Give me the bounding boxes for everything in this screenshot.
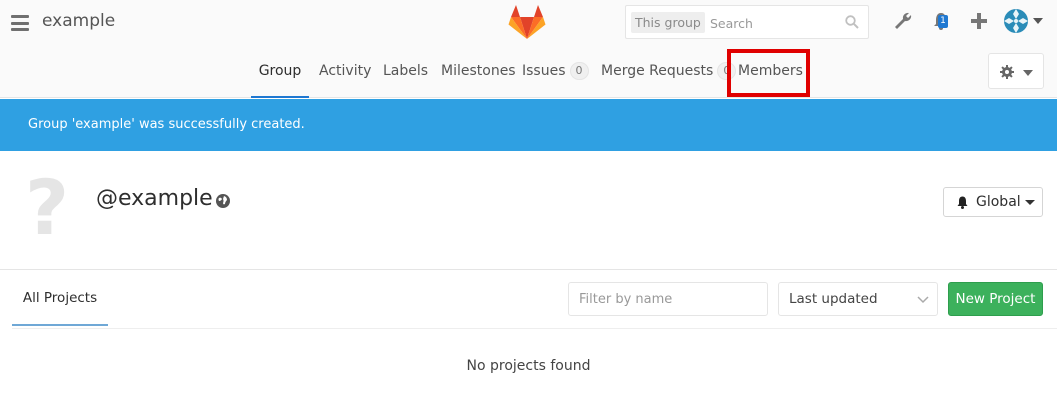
search-scope-badge: This group xyxy=(631,12,705,33)
group-settings-dropdown[interactable] xyxy=(988,53,1044,89)
gitlab-logo-icon[interactable] xyxy=(507,4,547,40)
notification-settings-button[interactable]: Global xyxy=(943,187,1043,217)
menu-icon[interactable] xyxy=(11,15,29,31)
todos-count-badge: 1 xyxy=(938,15,948,28)
tab-label: Members xyxy=(738,63,803,79)
tab-label: Merge Requests xyxy=(601,63,714,79)
group-title[interactable]: example xyxy=(42,11,115,31)
tab-group[interactable]: Group xyxy=(251,50,309,98)
tab-issues[interactable]: Issues 0 xyxy=(522,50,589,98)
search-box[interactable]: This group xyxy=(625,5,869,39)
tab-label: All Projects xyxy=(22,290,98,306)
admin-wrench-icon[interactable] xyxy=(892,10,914,32)
empty-state-message: No projects found xyxy=(466,358,591,374)
list-divider xyxy=(12,328,1057,329)
tab-labels[interactable]: Labels xyxy=(383,50,428,98)
tab-label: Activity xyxy=(319,63,372,79)
bell-icon xyxy=(957,196,968,209)
tab-merge-requests[interactable]: Merge Requests 0 xyxy=(601,50,737,98)
chevron-down-icon xyxy=(1033,18,1043,24)
gear-icon xyxy=(1000,65,1014,79)
plus-icon[interactable] xyxy=(968,10,990,32)
chevron-down-icon xyxy=(1023,70,1033,76)
tab-milestones[interactable]: Milestones xyxy=(441,50,516,98)
tab-members[interactable]: Members xyxy=(738,50,803,98)
group-name: @example xyxy=(96,186,213,211)
filter-by-name-input[interactable] xyxy=(568,282,768,316)
merge-requests-count-badge: 0 xyxy=(717,62,737,80)
chevron-down-icon xyxy=(1025,200,1035,205)
user-avatar-dropdown[interactable] xyxy=(1003,8,1047,34)
flash-notice: Group 'example' was successfully created… xyxy=(0,99,1057,151)
section-divider xyxy=(0,269,1057,270)
new-project-button[interactable]: New Project xyxy=(948,282,1043,316)
tab-label: Milestones xyxy=(441,63,516,79)
globe-icon xyxy=(216,194,230,208)
sort-dropdown[interactable]: Last updated xyxy=(778,282,938,316)
tab-label: Labels xyxy=(383,63,429,79)
chevron-down-icon xyxy=(917,296,929,304)
tab-all-projects[interactable]: All Projects xyxy=(12,270,108,326)
notification-level-label: Global xyxy=(976,194,1021,210)
group-avatar: ? xyxy=(24,163,70,252)
tab-label: Group xyxy=(258,63,302,79)
sort-label: Last updated xyxy=(789,291,878,307)
group-subnav: Group Activity Labels Milestones Issues 0… xyxy=(0,50,1057,98)
flash-message: Group 'example' was successfully created… xyxy=(28,117,305,132)
avatar xyxy=(1004,9,1028,33)
search-input[interactable] xyxy=(710,13,840,33)
todos-bell-button[interactable]: 1 xyxy=(930,10,952,32)
tab-activity[interactable]: Activity xyxy=(319,50,371,98)
tab-label: Issues xyxy=(522,63,566,79)
issues-count-badge: 0 xyxy=(569,62,589,80)
search-icon[interactable] xyxy=(845,15,859,29)
